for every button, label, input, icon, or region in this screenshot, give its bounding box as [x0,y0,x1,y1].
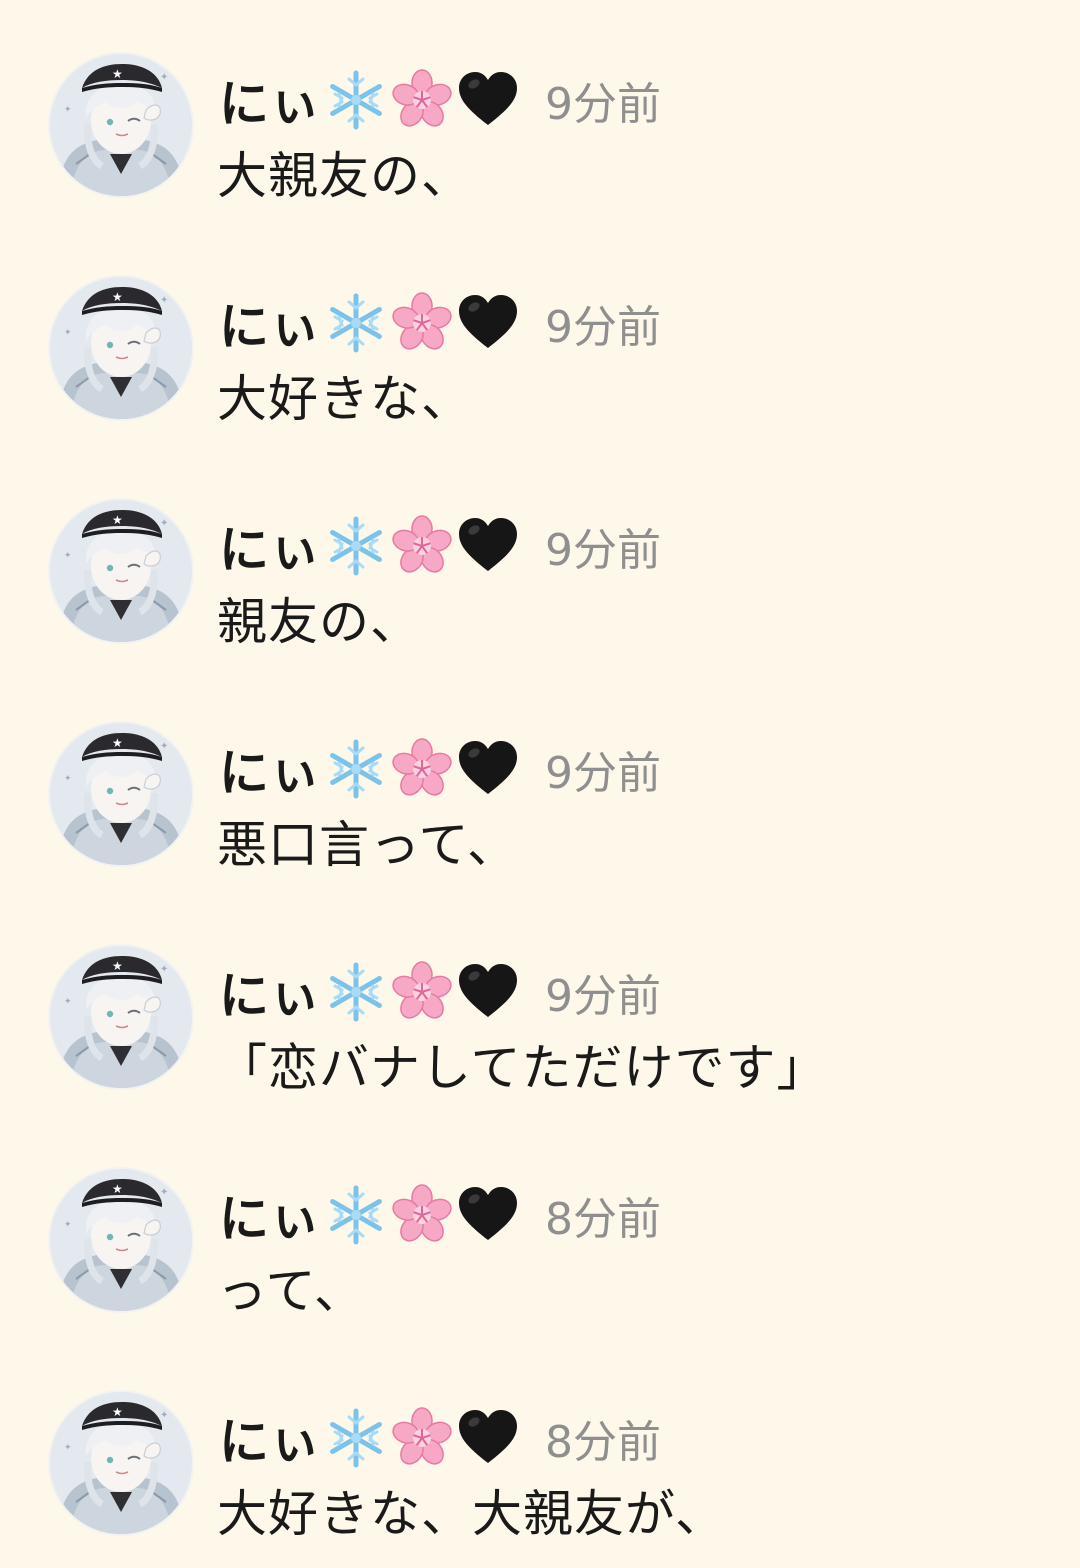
message-header: にぃ 9分前 [219,514,661,579]
message-header: にぃ 9分前 [219,68,661,133]
avatar[interactable]: ★ ✦ ✦ [50,500,192,642]
chat-message[interactable]: ★ ✦ ✦ にぃ 9分前 大好きな、 [0,223,1080,446]
message-text: 「恋バナしてただけです」 [217,1039,828,1097]
chat-message[interactable]: ★ ✦ ✦ にぃ 9分前 大親友の、 [0,0,1080,223]
timestamp: 8分前 [545,1194,661,1245]
message-text: 大親友の、 [217,147,472,205]
svg-text:✦: ✦ [64,1220,72,1230]
snowflake-icon [325,292,387,354]
cherry-blossom-icon [391,1407,453,1469]
username[interactable]: にぃ [219,64,321,136]
message-header: にぃ 9分前 [219,291,661,356]
avatar[interactable]: ★ ✦ ✦ [50,1169,192,1311]
black-heart-icon [457,738,519,800]
cherry-blossom-icon [391,515,453,577]
message-text: 悪口言って、 [217,816,518,874]
svg-text:★: ★ [112,959,123,973]
cherry-blossom-icon [391,69,453,131]
cherry-blossom-icon [391,961,453,1023]
black-heart-icon [457,515,519,577]
message-text: 親友の、 [217,593,421,651]
timestamp: 9分前 [545,302,661,353]
username[interactable]: にぃ [219,287,321,359]
chat-message[interactable]: ★ ✦ ✦ にぃ 8分前 って、 [0,1115,1080,1338]
username[interactable]: にぃ [219,1179,321,1251]
svg-text:★: ★ [112,513,123,527]
message-header: にぃ 9分前 [219,960,661,1025]
avatar[interactable]: ★ ✦ ✦ [50,946,192,1088]
snowflake-icon [325,69,387,131]
cherry-blossom-icon [391,292,453,354]
svg-text:✦: ✦ [64,551,72,561]
username[interactable]: にぃ [219,1402,321,1474]
cherry-blossom-icon [391,738,453,800]
chat-message[interactable]: ★ ✦ ✦ にぃ 9分前 悪口言って、 [0,669,1080,892]
black-heart-icon [457,1184,519,1246]
svg-text:★: ★ [112,1405,123,1419]
avatar[interactable]: ★ ✦ ✦ [50,723,192,865]
chat-list: ★ ✦ ✦ にぃ 9分前 大親友の、 ★ ✦ ✦ にぃ 9分前 大好きな、 ★ … [0,0,1080,1568]
avatar[interactable]: ★ ✦ ✦ [50,1392,192,1534]
svg-text:★: ★ [112,67,123,81]
black-heart-icon [457,1407,519,1469]
svg-text:★: ★ [112,736,123,750]
username[interactable]: にぃ [219,510,321,582]
svg-text:✦: ✦ [160,295,168,306]
svg-text:✦: ✦ [160,72,168,83]
svg-text:✦: ✦ [64,328,72,338]
timestamp: 9分前 [545,971,661,1022]
snowflake-icon [325,961,387,1023]
timestamp: 9分前 [545,79,661,130]
snowflake-icon [325,738,387,800]
snowflake-icon [325,1184,387,1246]
svg-text:★: ★ [112,290,123,304]
snowflake-icon [325,1407,387,1469]
svg-text:✦: ✦ [64,105,72,115]
message-header: にぃ 8分前 [219,1183,661,1248]
username[interactable]: にぃ [219,733,321,805]
message-text: 大好きな、大親友が、 [217,1485,726,1543]
avatar[interactable]: ★ ✦ ✦ [50,54,192,196]
svg-text:✦: ✦ [64,997,72,1007]
username[interactable]: にぃ [219,956,321,1028]
message-header: にぃ 9分前 [219,737,661,802]
snowflake-icon [325,515,387,577]
avatar[interactable]: ★ ✦ ✦ [50,277,192,419]
svg-text:✦: ✦ [64,774,72,784]
svg-text:✦: ✦ [64,1443,72,1453]
svg-text:✦: ✦ [160,1187,168,1198]
black-heart-icon [457,961,519,1023]
black-heart-icon [457,292,519,354]
message-text: 大好きな、 [217,370,472,428]
cherry-blossom-icon [391,1184,453,1246]
timestamp: 8分前 [545,1417,661,1468]
svg-text:★: ★ [112,1182,123,1196]
message-text: って、 [217,1262,365,1320]
black-heart-icon [457,69,519,131]
timestamp: 9分前 [545,525,661,576]
chat-message[interactable]: ★ ✦ ✦ にぃ 9分前 親友の、 [0,446,1080,669]
svg-text:✦: ✦ [160,741,168,752]
message-header: にぃ 8分前 [219,1406,661,1471]
chat-message[interactable]: ★ ✦ ✦ にぃ 8分前 大好きな、大親友が、 [0,1338,1080,1561]
chat-message[interactable]: ★ ✦ ✦ にぃ 9分前 「恋バナしてただけです」 [0,892,1080,1115]
svg-text:✦: ✦ [160,1410,168,1421]
svg-text:✦: ✦ [160,964,168,975]
timestamp: 9分前 [545,748,661,799]
svg-text:✦: ✦ [160,518,168,529]
